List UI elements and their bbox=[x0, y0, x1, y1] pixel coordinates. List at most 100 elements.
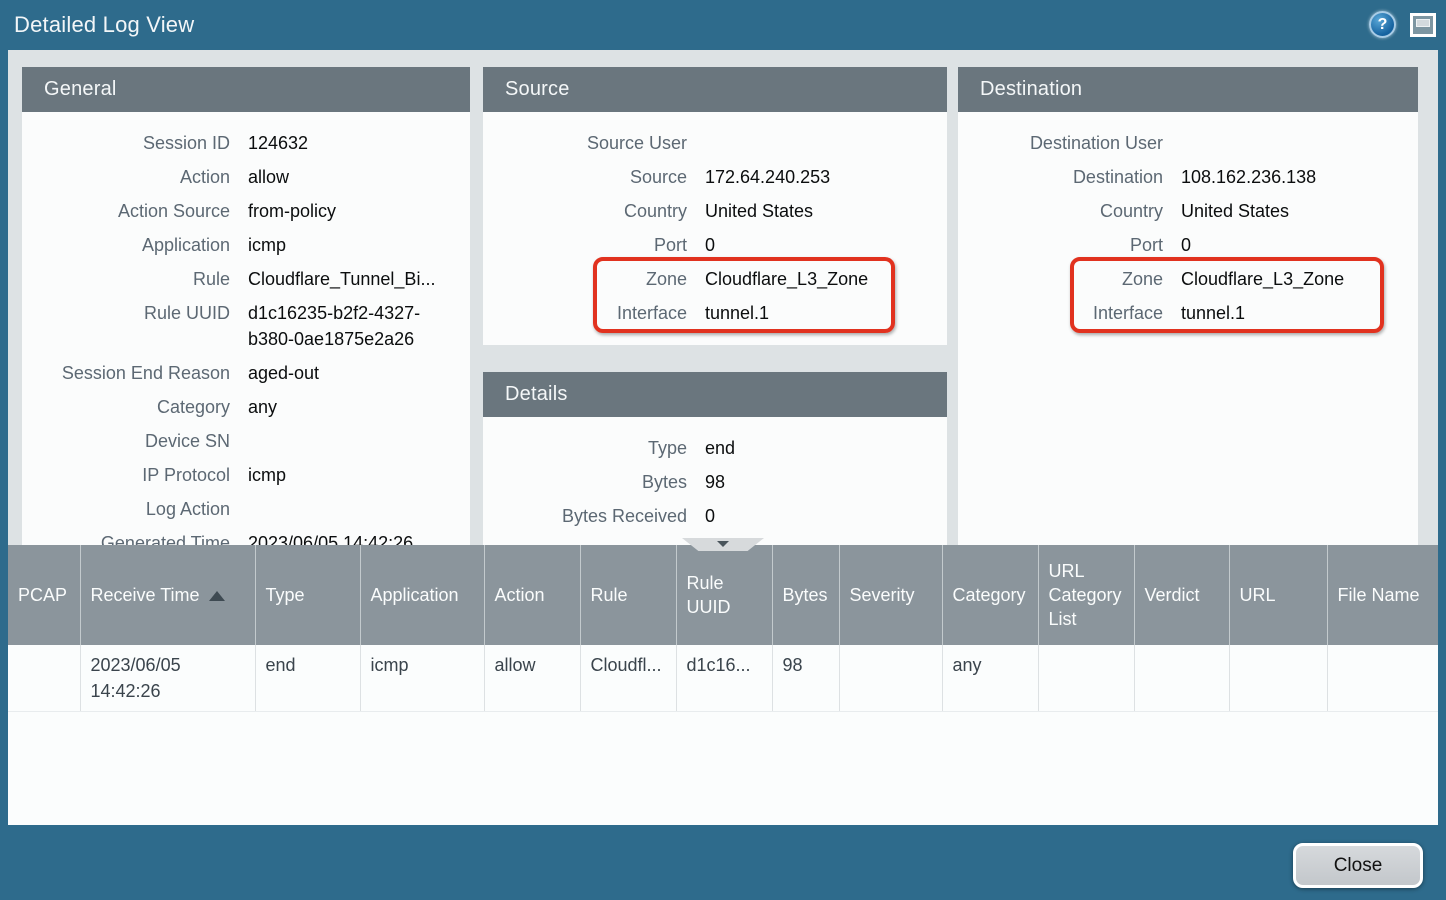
titlebar-icons: ? bbox=[1369, 11, 1436, 38]
field-label: Port bbox=[958, 232, 1163, 258]
column-header-file-name[interactable]: File Name bbox=[1327, 545, 1438, 645]
field-value: Cloudflare_L3_Zone bbox=[705, 266, 947, 292]
field-row: Port0 bbox=[958, 228, 1418, 262]
field-label: Type bbox=[483, 435, 687, 461]
field-row: Interface tunnel.1 bbox=[958, 296, 1418, 330]
source-panel-header: Source bbox=[483, 67, 947, 112]
field-row: Session ID124632 bbox=[22, 126, 470, 160]
details-panel-header: Details bbox=[483, 372, 947, 417]
field-value: any bbox=[248, 394, 470, 420]
dialog-titlebar: Detailed Log View ? bbox=[0, 0, 1446, 50]
column-header-type[interactable]: Type bbox=[255, 545, 360, 645]
field-label: Interface bbox=[958, 300, 1163, 326]
field-label: Interface bbox=[483, 300, 687, 326]
field-row: Device SN bbox=[22, 424, 470, 458]
field-row: RuleCloudflare_Tunnel_Bi... bbox=[22, 262, 470, 296]
field-label: Bytes Received bbox=[483, 503, 687, 529]
field-label: Port bbox=[483, 232, 687, 258]
log-table-row[interactable]: 2023/06/05 14:42:26 end icmp allow Cloud… bbox=[8, 645, 1438, 712]
source-panel: Source Source User Source172.64.240.253 … bbox=[483, 67, 947, 345]
field-value: end bbox=[705, 435, 947, 461]
column-header-verdict[interactable]: Verdict bbox=[1134, 545, 1229, 645]
cell-verdict bbox=[1134, 645, 1229, 712]
general-panel-body: Session ID124632 Actionallow Action Sour… bbox=[22, 112, 470, 545]
help-icon[interactable]: ? bbox=[1369, 11, 1396, 38]
log-table: PCAP Receive Time Type Application Actio… bbox=[8, 545, 1438, 712]
column-header-rule[interactable]: Rule bbox=[580, 545, 676, 645]
cell-rule-uuid: d1c16... bbox=[676, 645, 772, 712]
field-label: Device SN bbox=[22, 428, 230, 454]
field-row: Interfacetunnel.1 bbox=[483, 296, 947, 330]
field-label: Session End Reason bbox=[22, 360, 230, 386]
window-icon[interactable] bbox=[1410, 13, 1436, 37]
field-label: Generated Time bbox=[22, 530, 230, 545]
column-header-pcap[interactable]: PCAP bbox=[8, 545, 80, 645]
details-panel: Details Typeend Bytes 98 Bytes Received 0 bbox=[483, 372, 947, 545]
details-panel-body: Typeend Bytes 98 Bytes Received 0 bbox=[483, 417, 947, 533]
field-label: Destination bbox=[958, 164, 1163, 190]
field-value: 0 bbox=[705, 503, 947, 529]
cell-severity bbox=[839, 645, 942, 712]
destination-column: Destination Destination User Destination… bbox=[958, 67, 1418, 545]
field-row: Destination User bbox=[958, 126, 1418, 160]
field-label: Country bbox=[958, 198, 1163, 224]
field-row: Port 0 bbox=[483, 228, 947, 262]
column-header-url[interactable]: URL bbox=[1229, 545, 1327, 645]
destination-panel-body: Destination User Destination108.162.236.… bbox=[958, 112, 1418, 330]
cell-url bbox=[1229, 645, 1327, 712]
field-value: United States bbox=[1181, 198, 1418, 224]
column-header-receive-time[interactable]: Receive Time bbox=[80, 545, 255, 645]
source-column: Source Source User Source172.64.240.253 … bbox=[483, 67, 947, 545]
field-label: Country bbox=[483, 198, 687, 224]
field-value: tunnel.1 bbox=[1181, 300, 1418, 326]
general-column: General Session ID124632 Actionallow Act… bbox=[22, 67, 470, 545]
column-header-url-category-list[interactable]: URL Category List bbox=[1038, 545, 1134, 645]
column-header-severity[interactable]: Severity bbox=[839, 545, 942, 645]
field-row: IP Protocolicmp bbox=[22, 458, 470, 492]
column-header-application[interactable]: Application bbox=[360, 545, 484, 645]
cell-type: end bbox=[255, 645, 360, 712]
log-detail-area: General Session ID124632 Actionallow Act… bbox=[8, 50, 1438, 545]
field-row: Application icmp bbox=[22, 228, 470, 262]
general-panel: General Session ID124632 Actionallow Act… bbox=[22, 67, 470, 545]
cell-application: icmp bbox=[360, 645, 484, 712]
field-label: Action Source bbox=[22, 198, 230, 224]
field-value: United States bbox=[705, 198, 947, 224]
field-label: Bytes bbox=[483, 469, 687, 495]
column-header-action[interactable]: Action bbox=[484, 545, 580, 645]
cell-category: any bbox=[942, 645, 1038, 712]
column-header-rule-uuid[interactable]: Rule UUID bbox=[676, 545, 772, 645]
chevron-down-icon bbox=[717, 541, 729, 547]
field-value bbox=[1181, 130, 1418, 156]
field-value: d1c16235-b2f2-4327-b380-0ae1875e2a26 bbox=[248, 300, 470, 352]
field-row: Generated Time2023/06/05 14:42:26 bbox=[22, 526, 470, 545]
field-value: 98 bbox=[705, 469, 947, 495]
field-value: from-policy bbox=[248, 198, 470, 224]
field-row: ZoneCloudflare_L3_Zone bbox=[483, 262, 947, 296]
general-panel-header: General bbox=[22, 67, 470, 112]
field-value: 0 bbox=[705, 232, 947, 258]
field-label: IP Protocol bbox=[22, 462, 230, 488]
field-value: Cloudflare_Tunnel_Bi... bbox=[248, 266, 470, 292]
cell-receive-time: 2023/06/05 14:42:26 bbox=[80, 645, 255, 712]
field-value: 172.64.240.253 bbox=[705, 164, 947, 190]
field-row: Categoryany bbox=[22, 390, 470, 424]
field-value bbox=[705, 130, 947, 156]
log-table-header-row: PCAP Receive Time Type Application Actio… bbox=[8, 545, 1438, 645]
column-header-category[interactable]: Category bbox=[942, 545, 1038, 645]
cell-action: allow bbox=[484, 645, 580, 712]
field-label: Source User bbox=[483, 130, 687, 156]
close-button[interactable]: Close bbox=[1293, 843, 1423, 888]
field-row: Log Action bbox=[22, 492, 470, 526]
field-row: Actionallow bbox=[22, 160, 470, 194]
help-icon-glyph: ? bbox=[1378, 16, 1388, 34]
field-row: Session End Reason aged-out bbox=[22, 356, 470, 390]
field-label: Application bbox=[22, 232, 230, 258]
field-value: icmp bbox=[248, 232, 470, 258]
field-value: aged-out bbox=[248, 360, 470, 386]
field-row: Rule UUID d1c16235-b2f2-4327-b380-0ae1875… bbox=[22, 296, 470, 356]
column-header-bytes[interactable]: Bytes bbox=[772, 545, 839, 645]
field-row: Country United States bbox=[483, 194, 947, 228]
field-label: Rule UUID bbox=[22, 300, 230, 352]
field-value bbox=[248, 496, 470, 522]
